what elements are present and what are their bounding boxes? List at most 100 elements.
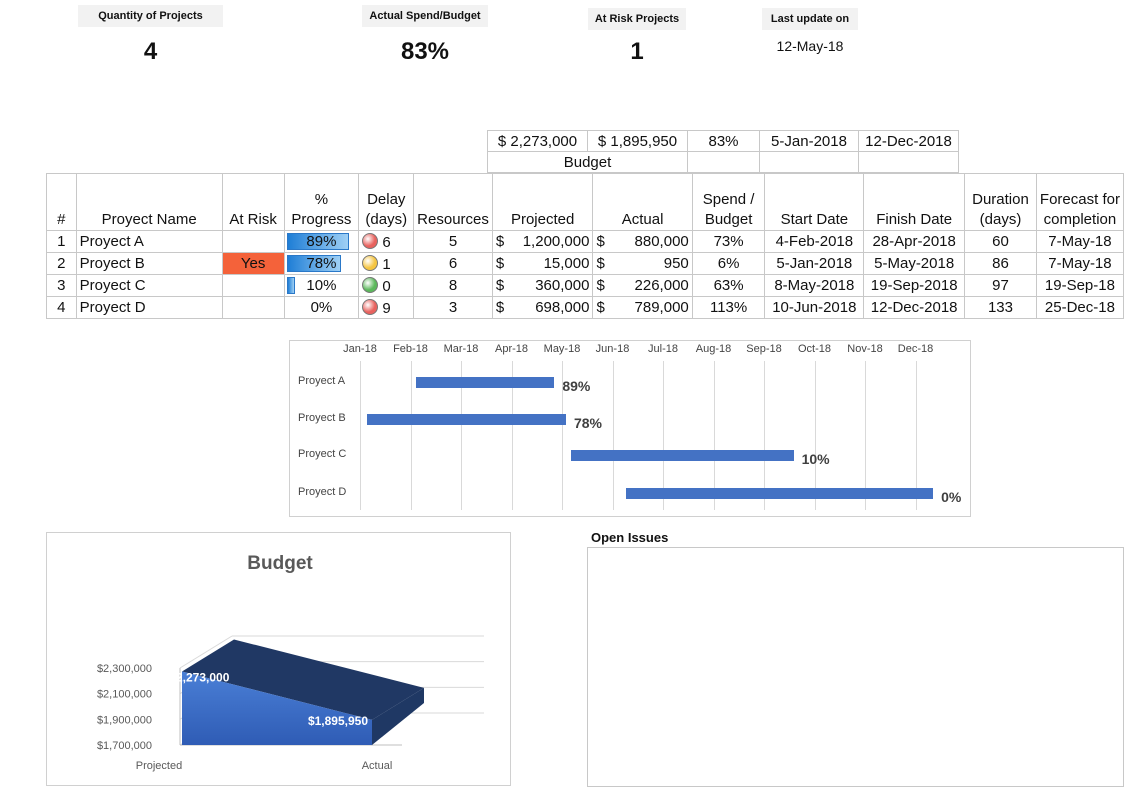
- budget-category-label: Projected: [136, 760, 182, 772]
- row-duration: 133: [964, 296, 1037, 319]
- row-delay: 9: [358, 296, 415, 319]
- gantt-bar: [625, 488, 934, 499]
- kpi-update-value: 12-May-18: [776, 38, 844, 54]
- row-finish: 12-Dec-2018: [863, 296, 966, 319]
- row-duration: 60: [964, 230, 1037, 253]
- actual-value: 789,000: [634, 299, 689, 316]
- gantt-chart: Jan-18 Feb-18 Mar-18 Apr-18 May-18 Jun-18 Jul-…: [289, 340, 971, 517]
- col-spend: Spend / Budget: [691, 173, 766, 231]
- kpi-quantity-value: 4: [143, 38, 158, 65]
- gantt-progress-label: 78%: [573, 415, 603, 431]
- row-risk: [221, 230, 285, 253]
- kpi-risk-label: At Risk Projects: [588, 8, 686, 30]
- budget-tick-label: $1,900,000: [97, 714, 152, 726]
- projected-value: 15,000: [543, 255, 590, 272]
- status-red-icon: [362, 298, 379, 315]
- gantt-month-label: Jul-18: [648, 343, 678, 355]
- gantt-bar: [366, 414, 566, 425]
- kpi-update-label: Last update on: [762, 8, 858, 30]
- delay-value: 1: [382, 255, 391, 273]
- row-spend: 73%: [691, 230, 766, 253]
- row-resources: 8: [413, 274, 493, 297]
- row-duration: 86: [964, 252, 1037, 275]
- row-forecast: 7-May-18: [1035, 230, 1124, 253]
- gantt-progress-label: 10%: [801, 451, 830, 467]
- budget-chart-svg: Budget $2,300,000 $2,100,000 $1,900,000 $1,…: [97, 553, 484, 772]
- row-finish: 19-Sep-2018: [863, 274, 966, 297]
- col-num: #: [46, 173, 77, 231]
- row-num: 4: [46, 296, 77, 319]
- row-actual: $226,000: [592, 274, 693, 297]
- row-delay: 0: [358, 274, 415, 297]
- progress-label: 78%: [306, 255, 337, 272]
- gantt-task-label: Proyect C: [298, 448, 347, 460]
- col-delay: Delay (days): [358, 173, 415, 231]
- gantt-month-label: Jun-18: [595, 343, 630, 355]
- row-duration: 97: [964, 274, 1037, 297]
- row-resources: 5: [413, 230, 493, 253]
- table-row: 2 Proyect B Yes 78% 1 6 $15,000 $950 6% 5-Jan-201…: [46, 252, 1124, 275]
- projected-value: 698,000: [535, 299, 590, 316]
- gantt-month-label: Mar-18: [443, 343, 479, 355]
- budget-chart: Budget $2,300,000 $2,100,000 $1,900,000 $1,…: [46, 532, 511, 786]
- delay-value: 9: [382, 299, 391, 317]
- row-num: 3: [46, 274, 77, 297]
- gantt-task-label: Proyect A: [298, 375, 346, 387]
- row-forecast: 25-Dec-18: [1035, 296, 1124, 319]
- gantt-gridline: [360, 361, 361, 510]
- budget-category-label: Actual: [362, 760, 393, 772]
- row-actual: $950: [592, 252, 693, 275]
- row-risk: [221, 296, 285, 319]
- currency-symbol: $: [495, 299, 505, 316]
- table-row: 3 Proyect C 10% 0 8 $360,000 $226,000 63% 8-May-…: [46, 274, 1124, 297]
- budget-tick-label: $1,700,000: [97, 740, 152, 752]
- gantt-bar: [570, 450, 794, 461]
- projected-value: 360,000: [535, 277, 590, 294]
- gantt-month-label: Feb-18: [393, 343, 428, 355]
- row-projected: $360,000: [491, 274, 594, 297]
- budget-tick-label: $2,100,000: [97, 689, 152, 701]
- projects-table: # Proyect Name At Risk % Progress Delay (d…: [46, 173, 1124, 319]
- summary-spacer: [858, 151, 959, 173]
- col-progress: % Progress: [283, 173, 360, 231]
- summary-actual: $ 1,895,950: [587, 130, 688, 152]
- row-start: 10-Jun-2018: [764, 296, 865, 319]
- gantt-gridline: [612, 361, 614, 510]
- row-resources: 3: [413, 296, 493, 319]
- currency-symbol: $: [495, 233, 505, 250]
- row-num: 1: [46, 230, 77, 253]
- gantt-month-label: Dec-18: [897, 343, 934, 355]
- kpi-risk-value: 1: [630, 38, 644, 65]
- col-name: Proyect Name: [75, 173, 223, 231]
- table-row: 4 Proyect D 0% 9 3 $698,000 $789,000 113% 10-Jun…: [46, 296, 1124, 319]
- row-finish: 5-May-2018: [863, 252, 966, 275]
- open-issues-box[interactable]: [587, 547, 1124, 787]
- row-resources: 6: [413, 252, 493, 275]
- row-start: 5-Jan-2018: [764, 252, 865, 275]
- gantt-month-label: Jan-18: [343, 343, 377, 355]
- summary-spend: 83%: [687, 130, 760, 152]
- row-actual: $789,000: [592, 296, 693, 319]
- summary-spacer: [759, 151, 859, 173]
- row-spend: 6%: [691, 252, 766, 275]
- row-projected: $15,000: [491, 252, 594, 275]
- row-risk: [221, 274, 285, 297]
- budget-data-label: 2,273,000: [176, 670, 230, 684]
- gantt-progress-label: 89%: [562, 378, 591, 394]
- kpi-quantity-label: Quantity of Projects: [78, 5, 223, 27]
- row-num: 2: [46, 252, 77, 275]
- progress-label: 10%: [306, 277, 337, 294]
- col-projected: Projected: [491, 173, 594, 231]
- budget-chart-title: Budget: [247, 553, 313, 574]
- actual-value: 880,000: [634, 233, 689, 250]
- projected-value: 1,200,000: [522, 233, 590, 250]
- delay-value: 6: [382, 233, 391, 251]
- status-red-icon: [362, 232, 379, 249]
- summary-projected: $ 2,273,000: [487, 130, 588, 152]
- budget-data-label: $1,895,950: [308, 714, 368, 728]
- row-actual: $880,000: [592, 230, 693, 253]
- status-green-icon: [362, 276, 379, 293]
- row-risk: Yes: [221, 252, 285, 275]
- currency-symbol: $: [596, 299, 605, 316]
- table-row: 1 Proyect A 89% 6 5 $1,200,000 $880,000 73% 4-Fe…: [46, 230, 1124, 253]
